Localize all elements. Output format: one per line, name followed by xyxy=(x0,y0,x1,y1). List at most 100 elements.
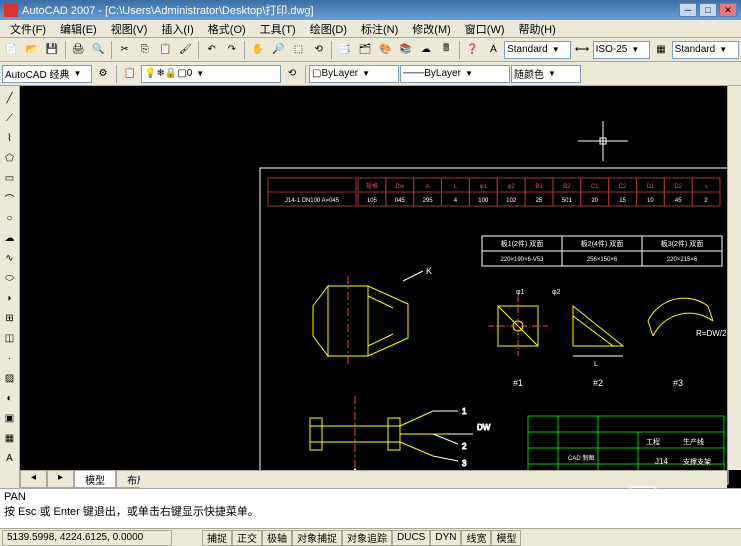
workspace-settings-icon[interactable]: ⚙ xyxy=(93,64,113,84)
svg-text:2: 2 xyxy=(462,442,467,451)
tab-nav-right[interactable]: ▸ xyxy=(47,470,74,488)
svg-text:工程: 工程 xyxy=(646,437,660,446)
status-model[interactable]: 模型 xyxy=(491,530,521,546)
menu-insert[interactable]: 插入(I) xyxy=(155,20,199,38)
ellipse-arc-icon[interactable]: ◗ xyxy=(1,289,19,307)
status-coords[interactable]: 5139.5998, 4224.6125, 0.0000 xyxy=(2,530,172,546)
copy-icon[interactable]: ⎘ xyxy=(135,40,154,60)
menu-view[interactable]: 视图(V) xyxy=(105,20,154,38)
tool-palette-icon[interactable]: 🎨 xyxy=(376,40,395,60)
pan-icon[interactable]: ✋ xyxy=(248,40,267,60)
status-osnap[interactable]: 对象捕捉 xyxy=(292,530,342,546)
status-lwt[interactable]: 线宽 xyxy=(461,530,491,546)
dimstyle-icon[interactable]: ⟷ xyxy=(572,40,591,60)
svg-text:45: 45 xyxy=(675,198,682,204)
layer-props-icon[interactable]: 📋 xyxy=(120,64,140,84)
textstyle-combo[interactable]: Standard▼ xyxy=(504,41,571,59)
text-icon[interactable]: A xyxy=(1,449,19,467)
menu-file[interactable]: 文件(F) xyxy=(4,20,52,38)
match-prop-icon[interactable]: 🖌 xyxy=(176,40,195,60)
menu-help[interactable]: 帮助(H) xyxy=(513,20,562,38)
dimstyle-combo[interactable]: ISO-25▼ xyxy=(593,41,651,59)
calc-icon[interactable]: 🖩 xyxy=(436,40,455,60)
command-line[interactable]: PAN 按 Esc 或 Enter 键退出，或单击右键显示快捷菜单。 xyxy=(0,488,741,528)
cut-icon[interactable]: ✂ xyxy=(115,40,134,60)
window-title: AutoCAD 2007 - [C:\Users\Administrator\D… xyxy=(22,2,314,18)
svg-text:L: L xyxy=(454,184,458,190)
undo-icon[interactable]: ↶ xyxy=(202,40,221,60)
menu-tools[interactable]: 工具(T) xyxy=(254,20,302,38)
layer-previous-icon[interactable]: ⟲ xyxy=(282,64,302,84)
workspace-combo[interactable]: AutoCAD 经典▼ xyxy=(2,65,92,83)
svg-text:板2(4件) 双面: 板2(4件) 双面 xyxy=(581,239,623,248)
zoom-icon[interactable]: 🔎 xyxy=(269,40,288,60)
svg-text:C2: C2 xyxy=(619,184,627,190)
status-ortho[interactable]: 正交 xyxy=(232,530,262,546)
color-combo[interactable]: ▢ ByLayer▼ xyxy=(309,65,399,83)
polyline-icon[interactable]: ⌇ xyxy=(1,129,19,147)
design-center-icon[interactable]: 🗂 xyxy=(356,40,375,60)
sheet-set-icon[interactable]: 📚 xyxy=(396,40,415,60)
menu-format[interactable]: 格式(O) xyxy=(202,20,252,38)
properties-icon[interactable]: 📑 xyxy=(335,40,354,60)
new-icon[interactable]: 📄 xyxy=(2,40,21,60)
help-icon[interactable]: ❓ xyxy=(463,40,482,60)
minimize-button[interactable]: ─ xyxy=(679,3,697,17)
status-otrack[interactable]: 对象追踪 xyxy=(342,530,392,546)
markup-icon[interactable]: ☁ xyxy=(416,40,435,60)
svg-text:20: 20 xyxy=(591,198,598,204)
drawing-canvas[interactable]: 规格DwALφ1φ2B1B2C1C2D1D2sJ14-1 DN100 A=045… xyxy=(20,86,741,488)
circle-icon[interactable]: ○ xyxy=(1,209,19,227)
svg-text:501: 501 xyxy=(562,198,573,204)
gradient-icon[interactable]: ◐ xyxy=(1,389,19,407)
lineweight-combo[interactable]: 随颜色▼ xyxy=(511,65,581,83)
tab-nav-left[interactable]: ◂ xyxy=(20,470,47,488)
tablestyle-combo[interactable]: Standard▼ xyxy=(672,41,739,59)
tab-model[interactable]: 模型 xyxy=(74,470,116,488)
print-icon[interactable]: 🖨 xyxy=(69,40,88,60)
svg-text:100: 100 xyxy=(478,198,489,204)
polygon-icon[interactable]: ⬠ xyxy=(1,149,19,167)
table-icon[interactable]: ▦ xyxy=(1,429,19,447)
tablestyle-icon[interactable]: ▦ xyxy=(651,40,670,60)
save-icon[interactable]: 💾 xyxy=(42,40,61,60)
layer-combo[interactable]: 💡❄🔒▢ 0▼ xyxy=(141,65,281,83)
status-ducs[interactable]: DUCS xyxy=(392,530,430,546)
svg-text:Dw: Dw xyxy=(395,184,404,190)
menu-dimension[interactable]: 标注(N) xyxy=(355,20,404,38)
make-block-icon[interactable]: ◫ xyxy=(1,329,19,347)
close-button[interactable]: ✕ xyxy=(719,3,737,17)
insert-block-icon[interactable]: ⊞ xyxy=(1,309,19,327)
textstyle-icon[interactable]: A xyxy=(484,40,503,60)
linetype-combo[interactable]: ─── ByLayer▼ xyxy=(400,65,510,83)
point-icon[interactable]: · xyxy=(1,349,19,367)
rectangle-icon[interactable]: ▭ xyxy=(1,169,19,187)
menu-modify[interactable]: 修改(M) xyxy=(406,20,457,38)
scrollbar-vertical[interactable] xyxy=(727,86,741,470)
ellipse-icon[interactable]: ⬭ xyxy=(1,269,19,287)
status-polar[interactable]: 极轴 xyxy=(262,530,292,546)
status-snap[interactable]: 捕捉 xyxy=(202,530,232,546)
svg-text:045: 045 xyxy=(395,198,406,204)
plot-preview-icon[interactable]: 🔍 xyxy=(89,40,108,60)
menu-window[interactable]: 窗口(W) xyxy=(459,20,511,38)
paste-icon[interactable]: 📋 xyxy=(156,40,175,60)
arc-icon[interactable]: ⌒ xyxy=(1,189,19,207)
svg-text:B1: B1 xyxy=(535,184,543,190)
maximize-button[interactable]: □ xyxy=(699,3,717,17)
spline-icon[interactable]: ∿ xyxy=(1,249,19,267)
revcloud-icon[interactable]: ☁ xyxy=(1,229,19,247)
hatch-icon[interactable]: ▨ xyxy=(1,369,19,387)
menu-edit[interactable]: 编辑(E) xyxy=(54,20,103,38)
status-dyn[interactable]: DYN xyxy=(430,530,461,546)
zoom-window-icon[interactable]: ⬚ xyxy=(289,40,308,60)
open-icon[interactable]: 📂 xyxy=(22,40,41,60)
svg-text:3: 3 xyxy=(462,459,467,468)
line-icon[interactable]: ╱ xyxy=(1,89,19,107)
region-icon[interactable]: ▣ xyxy=(1,409,19,427)
redo-icon[interactable]: ↷ xyxy=(222,40,241,60)
scrollbar-horizontal[interactable] xyxy=(140,470,727,488)
menu-draw[interactable]: 绘图(D) xyxy=(304,20,353,38)
zoom-previous-icon[interactable]: ⟲ xyxy=(309,40,328,60)
xline-icon[interactable]: ⟋ xyxy=(1,109,19,127)
